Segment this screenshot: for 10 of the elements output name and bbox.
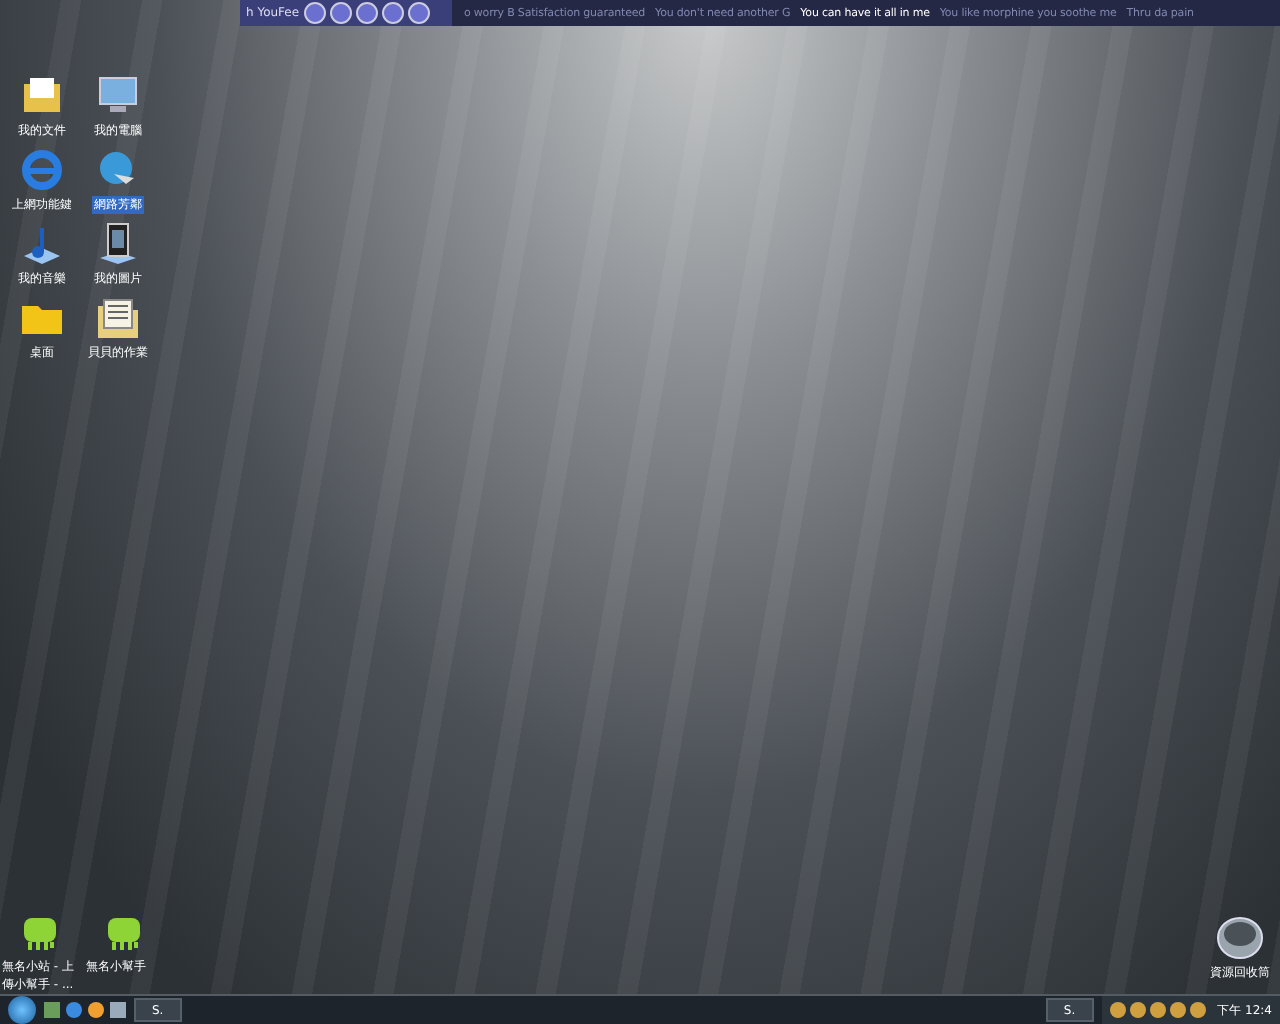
fast-forward-button[interactable] xyxy=(381,2,404,24)
stop-button[interactable] xyxy=(303,2,326,24)
eject-button[interactable] xyxy=(407,2,430,24)
recycle-bin-icon[interactable] xyxy=(1214,914,1266,962)
rewind-button[interactable] xyxy=(329,2,352,24)
pause-button[interactable] xyxy=(355,2,378,24)
browser-icon[interactable] xyxy=(66,1002,82,1018)
browser-icon[interactable] xyxy=(18,146,66,194)
start-orb-button[interactable] xyxy=(8,996,36,1024)
document-folder-icon[interactable] xyxy=(94,294,142,342)
